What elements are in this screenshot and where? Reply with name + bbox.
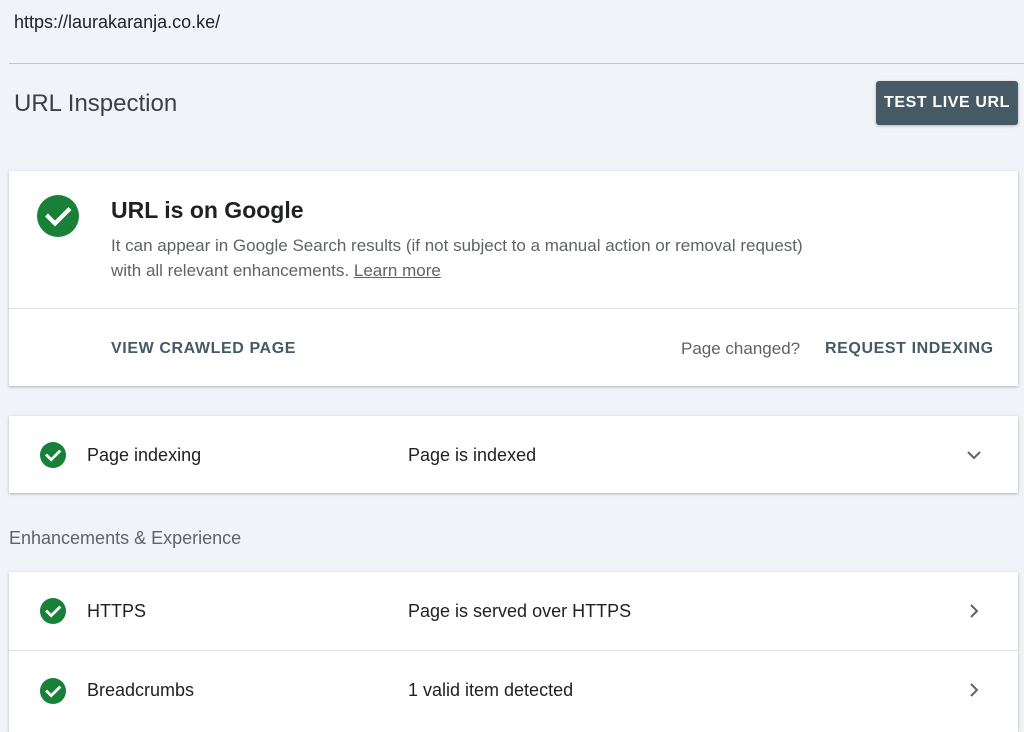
check-circle-icon — [40, 678, 66, 704]
request-indexing-button[interactable]: REQUEST INDEXING — [825, 340, 994, 358]
enhancement-label: Breadcrumbs — [87, 680, 195, 700]
chevron-right-icon[interactable] — [965, 602, 983, 620]
page-indexing-label: Page indexing — [87, 445, 202, 465]
enhancements-card: HTTPS Page is served over HTTPS Breadcru… — [9, 572, 1018, 732]
enhancement-value: 1 valid item detected — [408, 680, 574, 700]
page-changed-label: Page changed? — [681, 339, 801, 358]
enhancement-row-https[interactable]: HTTPS Page is served over HTTPS — [9, 572, 1018, 650]
url-status-card: URL is on Google It can appear in Google… — [9, 171, 1018, 386]
enhancement-row-breadcrumbs[interactable]: Breadcrumbs 1 valid item detected — [9, 650, 1018, 729]
card-divider — [9, 308, 1018, 309]
chevron-right-icon[interactable] — [965, 681, 983, 699]
chevron-down-icon[interactable] — [965, 446, 983, 464]
page-indexing-value: Page is indexed — [408, 445, 537, 465]
check-circle-icon — [40, 442, 66, 468]
status-description-text: It can appear in Google Search results (… — [111, 236, 803, 280]
page-title: URL Inspection — [14, 90, 178, 117]
enhancement-value: Page is served over HTTPS — [408, 601, 632, 621]
header-divider — [9, 63, 1024, 64]
learn-more-link[interactable]: Learn more — [354, 261, 441, 280]
check-circle-icon — [37, 195, 79, 237]
enhancement-label: HTTPS — [87, 601, 147, 621]
status-description: It can appear in Google Search results (… — [111, 233, 811, 283]
check-circle-icon — [40, 598, 66, 624]
enhancements-heading: Enhancements & Experience — [9, 528, 242, 548]
page-indexing-row[interactable]: Page indexing Page is indexed — [9, 416, 1018, 493]
inspected-url: https://laurakaranja.co.ke/ — [14, 12, 221, 32]
status-title: URL is on Google — [111, 197, 304, 223]
view-crawled-page-button[interactable]: VIEW CRAWLED PAGE — [111, 340, 296, 358]
test-live-url-button[interactable]: TEST LIVE URL — [876, 81, 1018, 125]
